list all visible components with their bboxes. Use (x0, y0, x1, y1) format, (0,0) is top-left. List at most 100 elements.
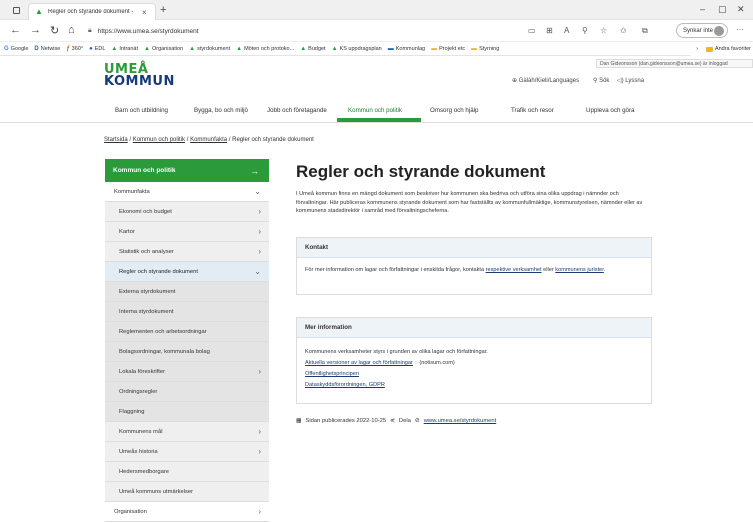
nav-bygga-bo-och-miljo[interactable]: Bygga, bo och miljö (194, 107, 248, 114)
tab-close-icon[interactable]: × (142, 8, 147, 17)
side-menu-item[interactable]: Ekonomi och budget › (105, 202, 269, 222)
side-menu-item[interactable]: Lokala föreskrifter › (105, 362, 269, 382)
side-menu-item[interactable]: Kartor › (105, 222, 269, 242)
nav-barn-och-utbildning[interactable]: Barn och utbildning (115, 107, 168, 114)
nav-omsorg-och-hjalp[interactable]: Omsorg och hjälp (430, 107, 479, 114)
side-menu-item-label: Kommunens mål (119, 428, 163, 435)
calendar-icon: ▦ (296, 418, 302, 424)
breadcrumb-kommunfakta[interactable]: Kommunfakta (190, 137, 227, 143)
forward-arrow-icon[interactable]: → (30, 24, 41, 36)
bookmark-google[interactable]: G Google (4, 46, 28, 52)
restore-button[interactable]: ▢ (718, 4, 727, 15)
zoom-icon[interactable]: ⚲ (582, 26, 588, 35)
contact-link-verksamhet[interactable]: respektive verksamhet (486, 267, 542, 273)
link-offentlighetsprincipen[interactable]: Offentlighetsprincipen (305, 371, 359, 377)
chevron-right-icon[interactable]: › (258, 207, 261, 216)
more-info-body: Kommunens verksamheter styrs i grunden a… (297, 338, 651, 399)
bookmark-netwise[interactable]: D Netwise (34, 46, 60, 52)
nav-uppleva-och-gora[interactable]: Uppleva och göra (586, 107, 635, 114)
sync-button[interactable]: Synkar inte (676, 23, 728, 38)
chevron-right-icon[interactable]: › (258, 507, 261, 516)
side-menu-item-label: Statistik och analyser (119, 248, 174, 255)
bookmark-intranät[interactable]: ▲ Intranät (111, 46, 138, 52)
chevron-right-icon[interactable]: › (258, 427, 261, 436)
sync-label: Synkar inte (683, 27, 714, 34)
browser-tab-bar: ▲ Regler och styrande dokument - × + – ▢… (0, 0, 753, 20)
side-menu-item[interactable]: Bolagsordningar, kommunala bolag (105, 342, 269, 362)
url-field[interactable]: 🔒︎ https://www.umea.se/styrdokument (88, 24, 636, 38)
link-aktuella-versioner[interactable]: Aktuella versioner av lagar och författn… (305, 360, 413, 366)
side-menu-item[interactable]: Reglementen och arbetsordningar (105, 322, 269, 342)
link-gdpr[interactable]: Dataskyddsförordningen, GDPR (305, 382, 385, 388)
bookmark-styrning[interactable]: ▬ Styrning (471, 46, 499, 52)
app-available-icon[interactable]: ▭ (528, 26, 536, 35)
side-menu-item[interactable]: Umeå kommuns utmärkelser (105, 482, 269, 502)
search-link[interactable]: ⚲ Sök (593, 77, 609, 84)
favorites-icon[interactable]: ✩ (620, 26, 627, 35)
share-icon[interactable]: ⋞ (390, 418, 395, 424)
side-menu-item[interactable]: Kommunfakta ⌄ (105, 182, 269, 202)
chevron-down-icon[interactable]: ⌄ (254, 267, 261, 276)
close-window-button[interactable]: ✕ (737, 4, 745, 15)
other-favorites[interactable]: › Andra favoriter (690, 42, 753, 56)
favorite-star-icon[interactable]: ☆ (600, 26, 607, 35)
side-menu-item-label: Umeå kommuns utmärkelser (119, 488, 194, 495)
umea-kommun-logo[interactable]: UMEÅ KOMMUN (104, 63, 175, 88)
breadcrumb-kommun-och-politik[interactable]: Kommun och politik (133, 137, 185, 143)
bookmark-ks-uppdragsplan[interactable]: ▲ KS uppdragsplan (332, 46, 382, 52)
language-link[interactable]: ⊕ Gàlàh/Kieli/Languages (512, 77, 579, 84)
umea-favicon-icon: ▲ (35, 7, 43, 16)
bookmark-budget[interactable]: ▲ Budget (300, 46, 325, 52)
chevron-right-icon[interactable]: › (258, 447, 261, 456)
side-menu-item[interactable]: Regler och styrande dokument ⌄ (105, 262, 269, 282)
side-menu-item[interactable]: Ordningsregler (105, 382, 269, 402)
side-menu-item[interactable]: Statistik och analyser › (105, 242, 269, 262)
nav-kommun-och-politik[interactable]: Kommun och politik (348, 107, 402, 114)
side-menu-item[interactable]: Umeås historia › (105, 442, 269, 462)
contact-link-jurister[interactable]: kommunens jurister (555, 267, 604, 273)
side-menu-item[interactable]: Interna styrdokument (105, 302, 269, 322)
read-aloud-icon[interactable]: A (564, 26, 569, 35)
collections-icon[interactable]: ⧉ (642, 26, 648, 36)
side-menu-item[interactable]: Kommunens mål › (105, 422, 269, 442)
bookmark-360[interactable]: ƒ 360° (66, 46, 83, 52)
avatar (714, 26, 724, 36)
chevron-right-icon[interactable]: › (258, 367, 261, 376)
tab-title: Regler och styrande dokument - (48, 9, 134, 15)
bookmark-styrdokument[interactable]: ▲ styrdokument (189, 46, 230, 52)
window-menu-icon[interactable] (13, 7, 20, 14)
bookmark-edl[interactable]: ● EDL (89, 46, 105, 52)
home-icon[interactable]: ⌂ (68, 24, 75, 36)
side-menu-header[interactable]: Kommun och politik → (105, 159, 269, 182)
refresh-icon[interactable]: ↻ (50, 24, 59, 37)
nav-trafik-och-resor[interactable]: Trafik och resor (511, 107, 554, 114)
back-arrow-icon[interactable]: ← (10, 24, 21, 36)
side-menu-item[interactable]: Externa styrdokument (105, 282, 269, 302)
chevron-right-icon[interactable]: › (258, 247, 261, 256)
share-label[interactable]: Dela (399, 418, 411, 424)
side-menu-item[interactable]: Hedersmedborgare (105, 462, 269, 482)
bookmark-kommunlag[interactable]: ▬ Kommunlag (388, 46, 425, 52)
chevron-right-icon[interactable]: › (258, 227, 261, 236)
chevron-right-icon[interactable]: › (696, 46, 698, 52)
side-menu-item-label: Ordningsregler (119, 388, 158, 395)
chevron-down-icon[interactable]: ⌄ (254, 187, 261, 196)
more-menu-icon[interactable]: ··· (736, 25, 744, 34)
main-content: Regler och styrande dokument I Umeå komm… (296, 159, 652, 216)
nav-jobb-och-foretagande[interactable]: Jobb och företagande (267, 107, 327, 114)
bookmark-label: Kommunlag (395, 45, 426, 52)
page-url-link[interactable]: www.umea.se/styrdokument (424, 418, 497, 424)
breadcrumb-home[interactable]: Startsida (104, 137, 128, 143)
bookmark-icon: ● (89, 45, 93, 52)
browser-tab[interactable]: ▲ Regler och styrande dokument - × (28, 3, 156, 20)
grid-icon[interactable]: ⊞ (546, 26, 553, 35)
side-menu-item[interactable]: Flaggning (105, 402, 269, 422)
side-menu-item-label: Umeås historia (119, 448, 158, 455)
bookmark-organisation[interactable]: ▲ Organisation (144, 46, 183, 52)
bookmark-möten-och-protoko[interactable]: ▲ Möten och protoko... (236, 46, 294, 52)
bookmark-projekt-etc[interactable]: ▬ Projekt etc (431, 46, 465, 52)
listen-link[interactable]: ◁) Lyssna (617, 77, 644, 84)
minimize-button[interactable]: – (700, 4, 705, 14)
side-menu-item[interactable]: Organisation › (105, 502, 269, 522)
new-tab-button[interactable]: + (160, 4, 166, 16)
